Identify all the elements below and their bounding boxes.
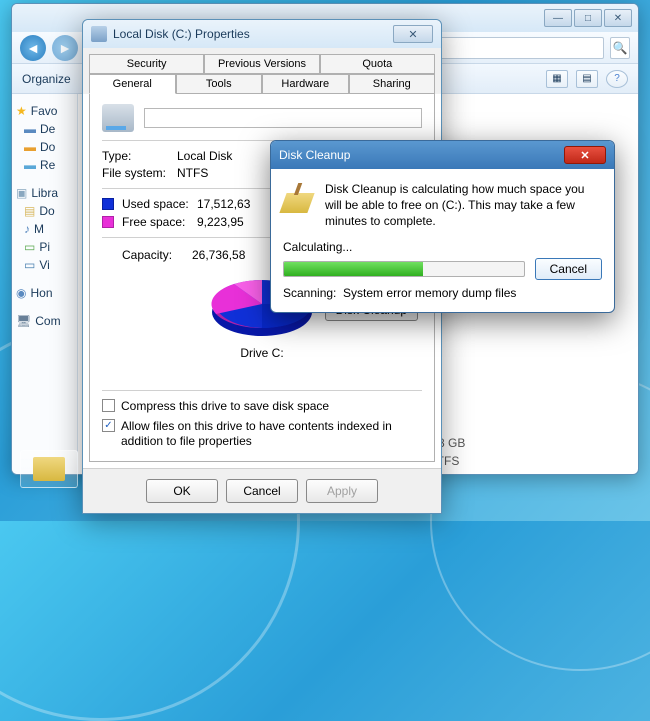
back-button[interactable]: ◄ xyxy=(20,35,46,61)
star-icon: ★ xyxy=(16,104,27,118)
tab-hardware[interactable]: Hardware xyxy=(262,74,349,94)
help-icon[interactable]: ? xyxy=(606,70,628,88)
sidebar-homegroup[interactable]: ◉Hon xyxy=(16,284,73,302)
sidebar-libraries[interactable]: ▣Libra xyxy=(16,184,73,202)
disk-cleanup-dialog: Disk Cleanup ✕ Disk Cleanup is calculati… xyxy=(270,140,615,313)
free-label: Free space: xyxy=(122,215,197,229)
disk-fs-label: NTFS xyxy=(428,452,628,470)
disk-free-label: 4.8 GB xyxy=(428,434,628,452)
folder-icon xyxy=(33,457,65,481)
cleanup-title: Disk Cleanup xyxy=(279,148,564,162)
ok-button[interactable]: OK xyxy=(146,479,218,503)
computer-icon: 🖥 xyxy=(16,314,31,328)
drive-label: Drive C: xyxy=(240,346,283,360)
maximize-button[interactable]: □ xyxy=(574,9,602,27)
tab-previous-versions[interactable]: Previous Versions xyxy=(204,54,319,74)
fs-label: File system: xyxy=(102,166,177,180)
pictures-icon: ▭ xyxy=(24,240,35,254)
recent-icon: ▬ xyxy=(24,158,36,172)
explorer-sidebar: ★Favo ▬De ▬Do ▬Re ▣Libra ▤Do ♪M ▭Pi ▭Vi … xyxy=(12,94,78,474)
progress-bar xyxy=(283,261,525,277)
sidebar-item-documents[interactable]: ▤Do xyxy=(16,202,73,220)
downloads-icon: ▬ xyxy=(24,140,36,154)
tab-general[interactable]: General xyxy=(89,74,176,94)
close-button[interactable]: ✕ xyxy=(604,9,632,27)
tab-security[interactable]: Security xyxy=(89,54,204,74)
properties-title: Local Disk (C:) Properties xyxy=(113,27,393,41)
index-label: Allow files on this drive to have conten… xyxy=(121,419,422,450)
search-icon[interactable]: 🔍 xyxy=(610,37,630,59)
calculating-label: Calculating... xyxy=(283,240,602,254)
documents-icon: ▤ xyxy=(24,204,35,218)
music-icon: ♪ xyxy=(24,222,30,236)
compress-checkbox[interactable] xyxy=(102,399,115,412)
sidebar-computer[interactable]: 🖥Com xyxy=(16,312,73,330)
desktop-icon: ▬ xyxy=(24,122,36,136)
scanning-label: Scanning: xyxy=(283,286,336,300)
used-swatch xyxy=(102,198,114,210)
sidebar-item-downloads[interactable]: ▬Do xyxy=(16,138,73,156)
sidebar-item-desktop[interactable]: ▬De xyxy=(16,120,73,138)
sidebar-item-pictures[interactable]: ▭Pi xyxy=(16,238,73,256)
broom-icon xyxy=(283,181,315,213)
free-swatch xyxy=(102,216,114,228)
cleanup-message: Disk Cleanup is calculating how much spa… xyxy=(325,181,602,230)
index-checkbox[interactable]: ✓ xyxy=(102,419,115,432)
forward-button[interactable]: ► xyxy=(52,35,78,61)
drive-icon xyxy=(102,104,134,132)
taskbar-explorer-button[interactable] xyxy=(20,450,78,488)
cleanup-close-button[interactable]: ✕ xyxy=(564,146,606,164)
sidebar-item-videos[interactable]: ▭Vi xyxy=(16,256,73,274)
properties-close-button[interactable]: ✕ xyxy=(393,25,433,43)
scanning-value: System error memory dump files xyxy=(343,286,516,300)
type-label: Type: xyxy=(102,149,177,163)
cleanup-cancel-button[interactable]: Cancel xyxy=(535,258,602,280)
view-icon[interactable]: ▦ xyxy=(546,70,568,88)
sidebar-item-music[interactable]: ♪M xyxy=(16,220,73,238)
sidebar-item-recent[interactable]: ▬Re xyxy=(16,156,73,174)
tab-tools[interactable]: Tools xyxy=(176,74,263,94)
drive-name-input[interactable] xyxy=(144,108,422,128)
properties-tabs: Security Previous Versions Quota General… xyxy=(83,48,441,94)
cleanup-titlebar: Disk Cleanup ✕ xyxy=(271,141,614,169)
compress-label: Compress this drive to save disk space xyxy=(121,399,329,415)
drive-icon xyxy=(91,26,107,42)
properties-titlebar: Local Disk (C:) Properties ✕ xyxy=(83,20,441,48)
cancel-button[interactable]: Cancel xyxy=(226,479,298,503)
libraries-icon: ▣ xyxy=(16,186,27,200)
properties-button-row: OK Cancel Apply xyxy=(83,468,441,513)
minimize-button[interactable]: — xyxy=(544,9,572,27)
homegroup-icon: ◉ xyxy=(16,286,26,300)
tab-sharing[interactable]: Sharing xyxy=(349,74,436,94)
preview-icon[interactable]: ▤ xyxy=(576,70,598,88)
apply-button[interactable]: Apply xyxy=(306,479,378,503)
videos-icon: ▭ xyxy=(24,258,35,272)
organize-menu[interactable]: Organize xyxy=(22,72,71,86)
used-label: Used space: xyxy=(122,197,197,211)
capacity-label: Capacity: xyxy=(102,248,192,262)
sidebar-favorites[interactable]: ★Favo xyxy=(16,102,73,120)
tab-quota[interactable]: Quota xyxy=(320,54,435,74)
